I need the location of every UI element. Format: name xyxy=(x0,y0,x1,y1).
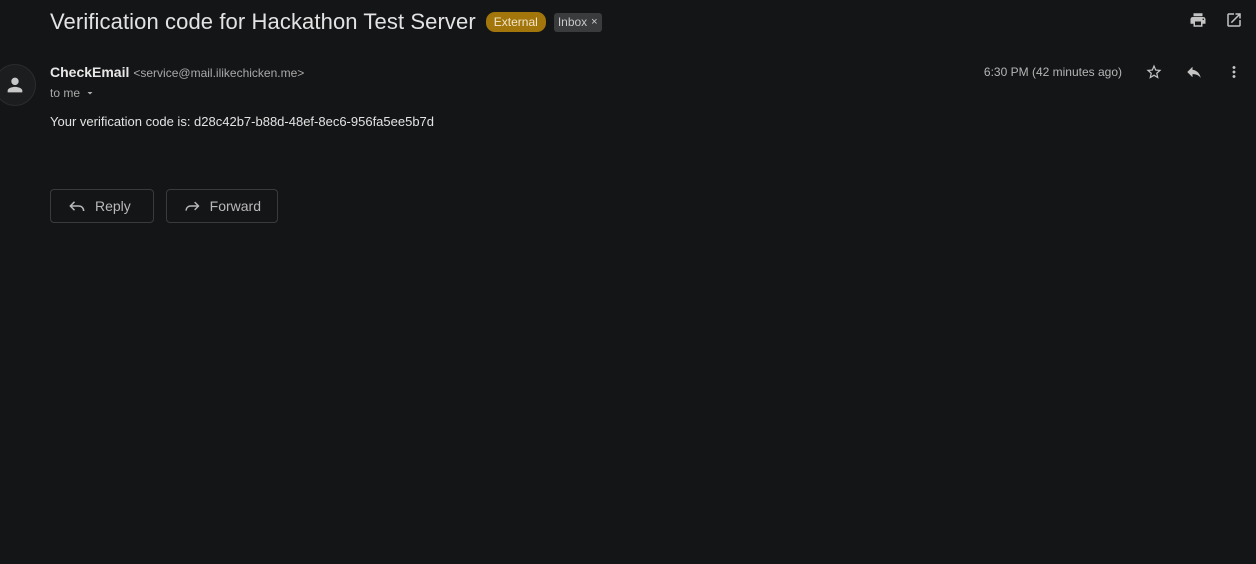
inbox-label-chip[interactable]: Inbox × xyxy=(553,12,602,32)
sender-avatar[interactable] xyxy=(0,64,36,106)
reply-button[interactable]: Reply xyxy=(50,189,154,223)
more-vert-icon[interactable] xyxy=(1224,62,1244,82)
recipient-line: to me xyxy=(50,86,81,100)
email-subject: Verification code for Hackathon Test Ser… xyxy=(50,9,476,34)
open-in-new-icon[interactable] xyxy=(1224,10,1244,30)
reply-icon xyxy=(69,201,85,212)
subject-row: Verification code for Hackathon Test Ser… xyxy=(50,6,602,38)
remove-label-icon[interactable]: × xyxy=(591,14,597,31)
message-actions: Reply Forward xyxy=(50,189,278,223)
external-label-badge: External xyxy=(485,12,546,32)
reply-label: Reply xyxy=(95,198,131,214)
message-meta: 6:30 PM (42 minutes ago) xyxy=(984,62,1244,82)
inbox-label-text: Inbox xyxy=(557,14,588,29)
forward-button[interactable]: Forward xyxy=(166,189,278,223)
subject-toolbar xyxy=(1188,10,1244,30)
recipient-details-toggle[interactable]: to me xyxy=(50,86,96,100)
sender-info: CheckEmail <service@mail.ilikechicken.me… xyxy=(50,64,304,80)
forward-icon xyxy=(185,201,200,211)
star-icon[interactable] xyxy=(1144,62,1164,82)
sender-email: <service@mail.ilikechicken.me> xyxy=(133,66,305,80)
reply-icon[interactable] xyxy=(1184,62,1204,82)
print-icon[interactable] xyxy=(1188,10,1208,30)
person-icon xyxy=(7,77,23,93)
email-body: Your verification code is: d28c42b7-b88d… xyxy=(50,114,435,129)
message-timestamp: 6:30 PM (42 minutes ago) xyxy=(983,65,1122,79)
forward-label: Forward xyxy=(209,198,261,214)
caret-down-icon xyxy=(87,92,93,95)
sender-name[interactable]: CheckEmail xyxy=(50,64,129,80)
email-view: Verification code for Hackathon Test Ser… xyxy=(0,0,1256,564)
